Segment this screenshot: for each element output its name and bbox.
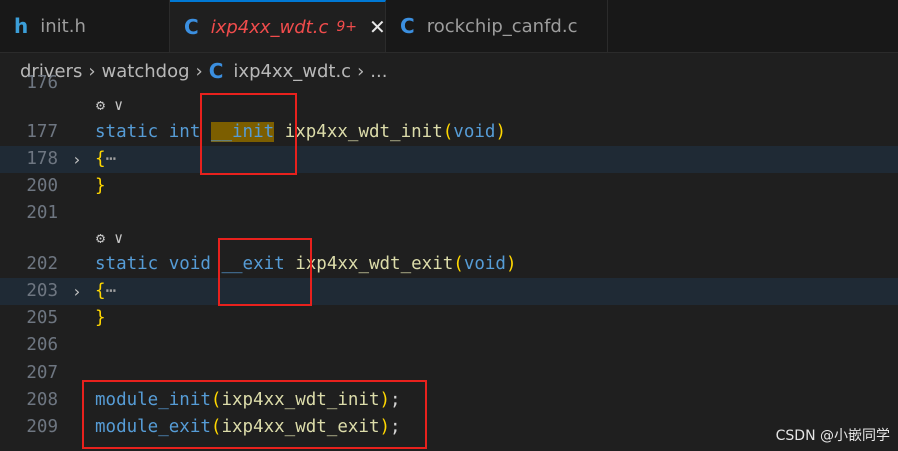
code-line: 178 › {⋯	[0, 146, 898, 173]
c-file-icon: C	[184, 15, 199, 39]
c-file-icon: C	[400, 14, 415, 38]
code-text[interactable]: static int __init ixp4xx_wdt_init(void)	[95, 119, 506, 146]
line-number: 207	[26, 363, 58, 383]
line-number: 205	[26, 308, 58, 328]
copilot-icon[interactable]: ⚙ ∨	[96, 225, 123, 252]
code-line: 203 › {⋯	[0, 278, 898, 305]
line-number: 200	[26, 176, 58, 196]
line-number: 209	[26, 417, 58, 437]
code-lens[interactable]: ⚙ ∨	[0, 92, 898, 119]
code-line: 201	[0, 200, 898, 227]
folded-ellipsis: ⋯	[105, 149, 117, 169]
tab-label: ixp4xx_wdt.c	[210, 16, 329, 38]
close-icon[interactable]: ✕	[369, 15, 386, 39]
line-number: 202	[26, 254, 58, 274]
tab-label: init.h	[40, 15, 86, 37]
chevron-down-icon: ∨	[114, 229, 124, 247]
line-number: 177	[26, 122, 58, 142]
tab-bar: h init.h C ixp4xx_wdt.c 9+ ✕ C rockchip_…	[0, 0, 898, 53]
line-number: 203	[26, 281, 58, 301]
code-text[interactable]: {⋯	[95, 146, 116, 173]
line-number: 201	[26, 203, 58, 223]
code-line: 177 static int __init ixp4xx_wdt_init(vo…	[0, 119, 898, 146]
problems-badge: 9+	[336, 19, 357, 35]
tab-rockchip-canfd-c[interactable]: C rockchip_canfd.c	[386, 0, 608, 52]
annotation-box-module	[82, 380, 427, 449]
annotation-box-init	[200, 93, 297, 175]
copilot-icon[interactable]: ⚙ ∨	[96, 92, 123, 119]
code-line: 206	[0, 332, 898, 359]
code-line: 200 }	[0, 173, 898, 200]
code-line: 202 static void __exit ixp4xx_wdt_exit(v…	[0, 251, 898, 278]
line-number: 208	[26, 390, 58, 410]
code-text[interactable]: {⋯	[95, 278, 116, 305]
code-lens[interactable]: ⚙ ∨	[0, 225, 898, 252]
code-line: 205 }	[0, 305, 898, 332]
line-number: 178	[26, 149, 58, 169]
fold-expand-icon[interactable]: ›	[72, 278, 82, 305]
watermark: CSDN @小嵌同学	[775, 428, 890, 444]
line-number: 206	[26, 335, 58, 355]
annotation-box-exit	[218, 238, 312, 306]
tab-label: rockchip_canfd.c	[426, 15, 578, 37]
tab-init-h[interactable]: h init.h	[0, 0, 170, 52]
fold-expand-icon[interactable]: ›	[72, 146, 82, 173]
code-text[interactable]: }	[95, 173, 106, 200]
code-text[interactable]: }	[95, 305, 106, 332]
folded-ellipsis: ⋯	[105, 281, 117, 301]
tab-ixp4xx-wdt-c[interactable]: C ixp4xx_wdt.c 9+ ✕	[170, 0, 386, 52]
header-file-icon: h	[14, 14, 29, 38]
chevron-down-icon: ∨	[114, 96, 124, 114]
